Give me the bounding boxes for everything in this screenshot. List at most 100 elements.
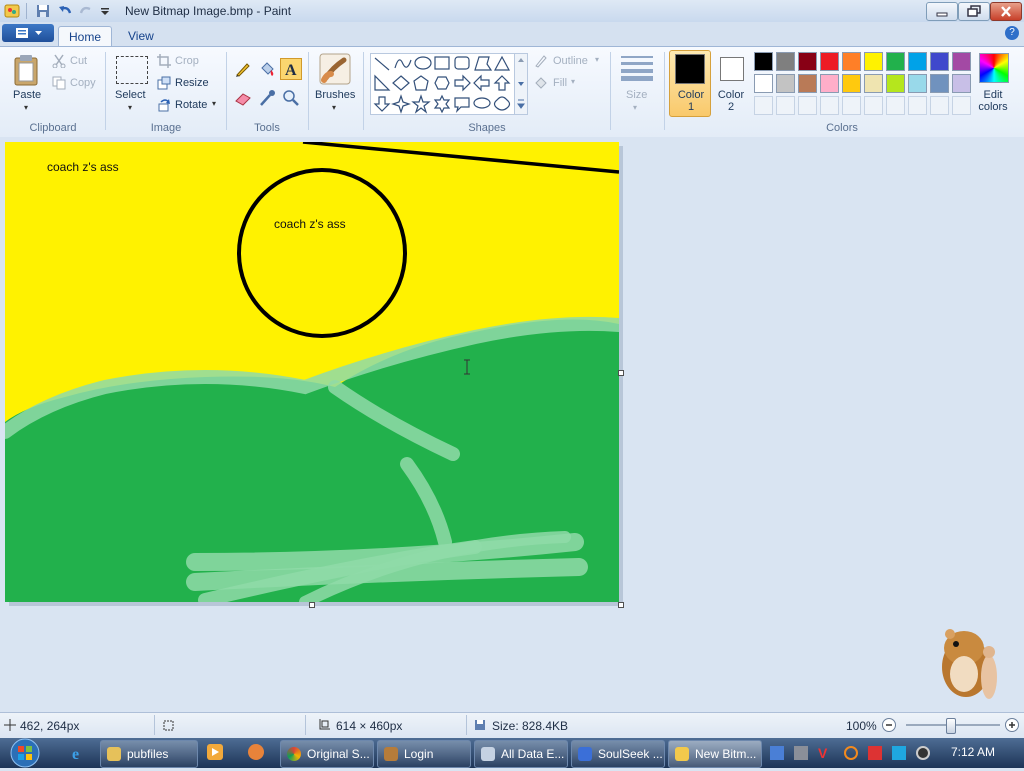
eraser-icon[interactable] <box>233 88 253 108</box>
help-icon[interactable]: ? <box>1005 26 1019 40</box>
brushes-icon[interactable] <box>318 52 352 86</box>
brushes-button[interactable]: Brushes <box>315 89 355 101</box>
custom-color-slot[interactable] <box>820 96 839 115</box>
select-button[interactable]: Select <box>115 89 146 101</box>
custom-color-slot[interactable] <box>864 96 883 115</box>
minimize-button[interactable] <box>926 2 958 21</box>
shapes-scrollbar[interactable] <box>514 53 528 115</box>
rotate-dropdown-arrow[interactable]: ▾ <box>212 99 216 108</box>
text-tool-icon[interactable]: A <box>280 58 302 80</box>
rotate-button[interactable]: Rotate <box>175 99 207 111</box>
taskbar-item-login[interactable]: Login <box>377 740 471 768</box>
size-dropdown-arrow[interactable]: ▾ <box>633 103 637 112</box>
palette-color-swatch[interactable] <box>754 74 773 93</box>
select-dropdown-arrow[interactable]: ▾ <box>128 103 132 112</box>
palette-color-swatch[interactable] <box>886 52 905 71</box>
color-picker-icon[interactable] <box>257 88 277 108</box>
palette-color-swatch[interactable] <box>776 52 795 71</box>
palette-color-swatch[interactable] <box>930 74 949 93</box>
app-shortcut-icon[interactable] <box>248 744 264 760</box>
copy-icon[interactable] <box>52 76 66 90</box>
outline-dropdown-arrow[interactable]: ▾ <box>595 55 599 64</box>
restore-button[interactable] <box>958 2 990 21</box>
pencil-icon[interactable] <box>233 59 253 79</box>
zoom-slider-thumb[interactable] <box>946 718 956 734</box>
select-icon[interactable] <box>116 56 148 84</box>
outline-button[interactable]: Outline <box>553 55 588 67</box>
cut-button[interactable]: Cut <box>70 55 87 67</box>
palette-color-swatch[interactable] <box>798 74 817 93</box>
paste-icon[interactable] <box>13 54 41 86</box>
resize-handle-corner[interactable] <box>618 602 624 608</box>
fill-bucket-icon[interactable] <box>257 59 277 79</box>
palette-color-swatch[interactable] <box>754 52 773 71</box>
tray-tool-icon[interactable] <box>794 746 808 760</box>
outline-icon[interactable] <box>534 54 548 68</box>
custom-color-slot[interactable] <box>952 96 971 115</box>
drawing-canvas[interactable]: coach z's ass coach z's ass <box>5 142 619 602</box>
custom-color-slot[interactable] <box>930 96 949 115</box>
paint-menu-button[interactable] <box>2 24 54 42</box>
crop-button[interactable]: Crop <box>175 55 199 67</box>
size-button[interactable]: Size <box>626 89 647 101</box>
palette-color-swatch[interactable] <box>798 52 817 71</box>
fill-icon[interactable] <box>534 76 548 90</box>
resize-handle-bottom[interactable] <box>309 602 315 608</box>
magnifier-icon[interactable] <box>281 88 301 108</box>
custom-color-slot[interactable] <box>776 96 795 115</box>
cut-icon[interactable] <box>52 54 66 69</box>
tray-media-icon[interactable] <box>916 746 930 760</box>
palette-color-swatch[interactable] <box>864 52 883 71</box>
custom-color-slot[interactable] <box>842 96 861 115</box>
close-button[interactable] <box>990 2 1022 21</box>
palette-color-swatch[interactable] <box>820 52 839 71</box>
crop-icon[interactable] <box>157 54 171 68</box>
copy-button[interactable]: Copy <box>70 77 96 89</box>
save-icon[interactable] <box>35 3 51 19</box>
palette-color-swatch[interactable] <box>908 74 927 93</box>
palette-color-swatch[interactable] <box>886 74 905 93</box>
palette-color-swatch[interactable] <box>952 74 971 93</box>
resize-button[interactable]: Resize <box>175 77 209 89</box>
paste-button[interactable]: Paste <box>13 89 41 101</box>
resize-icon[interactable] <box>157 76 171 90</box>
redo-icon[interactable] <box>78 3 94 19</box>
tab-home[interactable]: Home <box>58 26 113 47</box>
rotate-icon[interactable] <box>157 98 171 112</box>
palette-color-swatch[interactable] <box>842 74 861 93</box>
tray-v-icon[interactable]: V <box>818 746 832 760</box>
tray-search-icon[interactable] <box>844 746 858 760</box>
taskbar-item-pubfiles[interactable]: pubfiles <box>100 740 198 768</box>
edit-colors-button[interactable]: Edit colors <box>975 89 1011 113</box>
palette-color-swatch[interactable] <box>908 52 927 71</box>
fill-dropdown-arrow[interactable]: ▾ <box>571 77 575 86</box>
media-player-icon[interactable] <box>207 744 223 760</box>
custom-color-slot[interactable] <box>754 96 773 115</box>
palette-color-swatch[interactable] <box>776 74 795 93</box>
palette-color-swatch[interactable] <box>842 52 861 71</box>
palette-color-swatch[interactable] <box>820 74 839 93</box>
internet-explorer-icon[interactable]: e <box>70 744 88 763</box>
undo-icon[interactable] <box>57 3 73 19</box>
tab-view[interactable]: View <box>118 26 164 46</box>
tray-plane-icon[interactable] <box>770 746 784 760</box>
taskbar-item-all-data[interactable]: All Data E... <box>474 740 568 768</box>
resize-handle-right[interactable] <box>618 370 624 376</box>
tray-monitor-icon[interactable] <box>892 746 906 760</box>
start-button[interactable] <box>6 738 44 768</box>
brushes-dropdown-arrow[interactable]: ▾ <box>332 103 336 112</box>
fill-button[interactable]: Fill <box>553 77 567 89</box>
custom-color-slot[interactable] <box>798 96 817 115</box>
taskbar-item-paint[interactable]: New Bitm... <box>668 740 762 768</box>
zoom-out-button[interactable] <box>881 717 897 733</box>
taskbar-item-original[interactable]: Original S... <box>280 740 374 768</box>
tray-flag-icon[interactable] <box>868 746 882 760</box>
custom-color-slot[interactable] <box>886 96 905 115</box>
taskbar-item-soulseek[interactable]: SoulSeek ... <box>571 740 665 768</box>
palette-color-swatch[interactable] <box>952 52 971 71</box>
customize-qat-icon[interactable] <box>99 3 115 19</box>
palette-color-swatch[interactable] <box>930 52 949 71</box>
custom-color-slot[interactable] <box>908 96 927 115</box>
paint-app-icon[interactable] <box>4 3 20 19</box>
edit-colors-icon[interactable] <box>979 53 1009 83</box>
